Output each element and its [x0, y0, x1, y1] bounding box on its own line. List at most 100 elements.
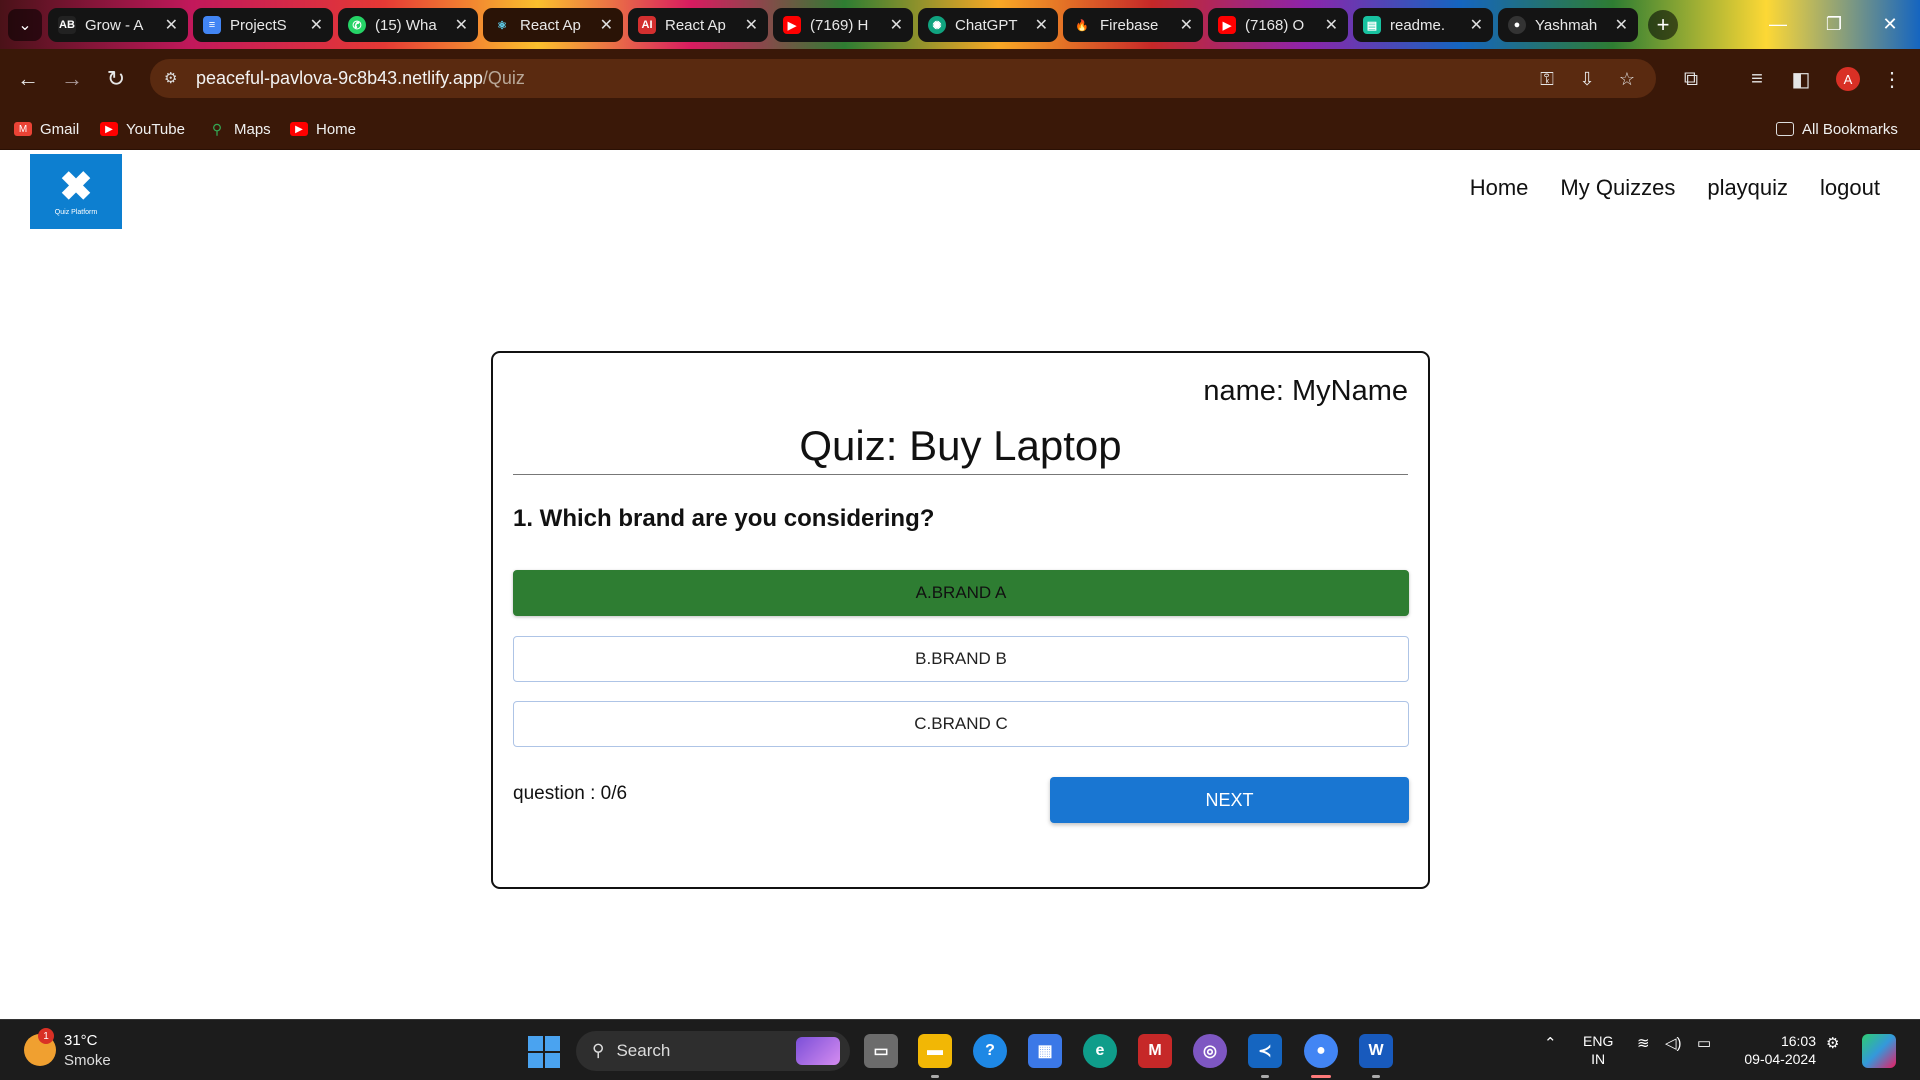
close-icon[interactable]: ✕ [1180, 15, 1193, 35]
language-indicator[interactable]: ENG IN [1583, 1032, 1613, 1068]
show-hidden-icons[interactable]: ⌃ [1544, 1034, 1557, 1052]
close-icon[interactable]: ✕ [165, 15, 178, 35]
forward-button[interactable]: → [56, 63, 88, 95]
option-b-button[interactable]: B.BRAND B [513, 636, 1409, 682]
tab-title: ProjectS [230, 16, 287, 34]
key-icon[interactable]: ⚿ [1534, 67, 1560, 91]
bookmarks-bar: M Gmail ▶ YouTube ⚲ Maps ▶ Home All Book… [0, 108, 1920, 150]
firebase-icon: 🔥 [1075, 19, 1089, 32]
ab-icon: AB [58, 16, 76, 34]
tab-title: React Ap [520, 16, 581, 34]
close-icon[interactable]: ✕ [455, 15, 468, 35]
bookmark-home[interactable]: ▶ Home [290, 116, 356, 142]
taskbar-search[interactable]: ⚲ Search [576, 1031, 850, 1071]
clock[interactable]: 16:03 09-04-2024 [1736, 1032, 1816, 1068]
wifi-icon[interactable]: ≋ [1637, 1034, 1650, 1052]
running-indicator [1261, 1075, 1269, 1078]
tab-title: ChatGPT [955, 16, 1018, 34]
close-icon[interactable]: ✕ [890, 15, 903, 35]
new-tab-button[interactable]: + [1648, 10, 1678, 40]
youtube-icon: ▶ [100, 122, 118, 136]
all-bookmarks-button[interactable]: All Bookmarks [1776, 116, 1898, 142]
mcafee-icon[interactable]: M [1138, 1034, 1172, 1068]
tab-4[interactable]: AI React Ap ✕ [628, 8, 768, 42]
bookmark-maps[interactable]: ⚲ Maps [208, 116, 271, 142]
file-explorer-icon[interactable]: ▬ [918, 1034, 952, 1068]
bookmark-youtube[interactable]: ▶ YouTube [100, 116, 185, 142]
restore-button[interactable]: ❐ [1806, 0, 1862, 49]
nav-playquiz[interactable]: playquiz [1707, 175, 1788, 201]
vscode-icon[interactable]: ≺ [1248, 1034, 1282, 1068]
tab-search-button[interactable]: ⌄ [8, 9, 42, 41]
tab-10[interactable]: ● Yashmah ✕ [1498, 8, 1638, 42]
store-icon[interactable]: ▦ [1028, 1034, 1062, 1068]
close-icon[interactable]: ✕ [600, 15, 613, 35]
close-icon[interactable]: ✕ [1325, 15, 1338, 35]
minimize-button[interactable]: — [1750, 0, 1806, 49]
battery-icon[interactable]: ▭ [1697, 1034, 1711, 1052]
bookmark-gmail[interactable]: M Gmail [14, 116, 79, 142]
tab-3-active[interactable]: ⚛ React Ap ✕ [483, 8, 623, 42]
tab-5[interactable]: ▶ (7169) H ✕ [773, 8, 913, 42]
tab-title: (7168) O [1245, 16, 1305, 34]
star-icon[interactable]: ☆ [1614, 67, 1640, 91]
profile-avatar[interactable]: A [1836, 67, 1860, 91]
windows-taskbar: 1 31°C Smoke ⚲ Search ▭ ▬ ? ▦ e M ◎ ≺ ● … [0, 1019, 1920, 1080]
copilot-icon[interactable] [1862, 1034, 1896, 1068]
docs-icon: ≡ [203, 16, 221, 34]
option-a-button[interactable]: A.BRAND A [513, 570, 1409, 616]
close-icon[interactable]: ✕ [310, 15, 323, 35]
youtube-icon: ▶ [783, 16, 801, 34]
chatgpt-icon: ✺ [928, 16, 946, 34]
close-icon[interactable]: ✕ [1470, 15, 1483, 35]
site-info-icon[interactable]: ⚙ [164, 69, 184, 89]
tab-title: (15) Wha [375, 16, 437, 34]
close-window-button[interactable]: ✕ [1862, 0, 1918, 49]
tab-7[interactable]: 🔥 Firebase ✕ [1063, 8, 1203, 42]
extensions-icon[interactable]: ⧉ [1675, 63, 1707, 95]
nav-home[interactable]: Home [1470, 175, 1529, 201]
address-bar[interactable]: ⚙ peaceful-pavlova-9c8b43.netlify.app/Qu… [150, 59, 1656, 98]
app-logo[interactable]: ✖ Quiz Platform [30, 154, 122, 229]
install-app-icon[interactable]: ⇩ [1574, 67, 1600, 91]
arrow-left-icon: ← [17, 66, 39, 91]
gmail-icon: M [14, 122, 32, 136]
github-icon: ● [1508, 16, 1526, 34]
tab-6[interactable]: ✺ ChatGPT ✕ [918, 8, 1058, 42]
chrome-icon[interactable]: ● [1304, 1034, 1338, 1068]
back-button[interactable]: ← [12, 63, 44, 95]
close-icon[interactable]: ✕ [1615, 15, 1628, 35]
edge-icon[interactable]: e [1083, 1034, 1117, 1068]
word-icon[interactable]: W [1359, 1034, 1393, 1068]
next-button[interactable]: NEXT [1050, 777, 1409, 823]
help-icon[interactable]: ? [973, 1034, 1007, 1068]
weather-condition[interactable]: Smoke [64, 1052, 111, 1069]
logo-text: Quiz Platform [54, 209, 98, 216]
tab-2[interactable]: ✆ (15) Wha ✕ [338, 8, 478, 42]
option-c-button[interactable]: C.BRAND C [513, 701, 1409, 747]
youtube-icon: ▶ [290, 122, 308, 136]
tab-title: Yashmah [1535, 16, 1598, 34]
reload-button[interactable]: ↻ [100, 63, 132, 95]
volume-icon[interactable]: ◁) [1665, 1034, 1682, 1052]
browser-app-icon[interactable]: ◎ [1193, 1034, 1227, 1068]
notifications-icon[interactable]: ⚙ [1826, 1034, 1839, 1052]
nav-logout[interactable]: logout [1820, 175, 1880, 201]
tab-1[interactable]: ≡ ProjectS ✕ [193, 8, 333, 42]
start-button[interactable] [528, 1036, 560, 1068]
media-control-icon[interactable]: ≡ [1741, 63, 1773, 95]
tab-8[interactable]: ▶ (7168) O ✕ [1208, 8, 1348, 42]
side-panel-icon[interactable]: ◧ [1785, 63, 1817, 95]
tab-title: Firebase [1100, 16, 1159, 34]
menu-dots-icon[interactable]: ⋮ [1876, 63, 1908, 95]
tab-title: React Ap [665, 16, 726, 34]
tab-9[interactable]: ▤ readme. ✕ [1353, 8, 1493, 42]
task-view-icon[interactable]: ▭ [864, 1034, 898, 1068]
readme-icon: ▤ [1363, 16, 1381, 34]
close-icon[interactable]: ✕ [1035, 15, 1048, 35]
tab-0[interactable]: AB Grow - A ✕ [48, 8, 188, 42]
weather-temperature[interactable]: 31°C [64, 1032, 98, 1049]
nav-my-quizzes[interactable]: My Quizzes [1560, 175, 1675, 201]
bookmark-label: Gmail [40, 120, 80, 138]
close-icon[interactable]: ✕ [745, 15, 758, 35]
